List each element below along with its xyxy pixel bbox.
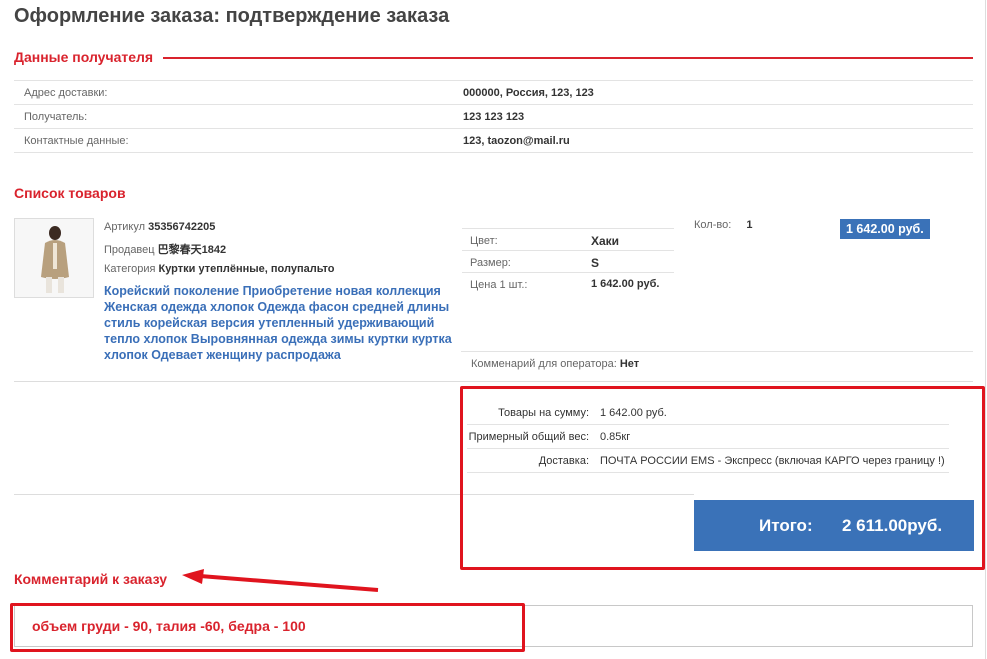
color-value: Хаки [591, 234, 620, 248]
product-attributes: Цвет: Хаки Размер: S Цена 1 шт.: 1 642.0… [462, 228, 674, 319]
unit-price-value: 1 642.00 руб. [591, 278, 660, 290]
annotation-arrow-icon [182, 569, 379, 592]
attr-row-unit-price: Цена 1 шт.: 1 642.00 руб. [462, 273, 674, 319]
products-heading: Список товаров [14, 185, 126, 201]
products-divider [14, 381, 973, 382]
contacts-label: Контактные данные: [24, 135, 129, 147]
item-price-badge: 1 642.00 руб. [840, 219, 930, 239]
recipient-row-address: Адрес доставки: 000000, Россия, 123, 123 [14, 81, 973, 105]
operator-comment-value: Нет [619, 358, 640, 370]
operator-comment-label: Комменарий для оператора: [471, 358, 617, 370]
quantity: Кол-во: 1 [694, 219, 752, 231]
page-title: Оформление заказа: подтверждение заказа [14, 5, 450, 27]
attr-row-color: Цвет: Хаки [462, 229, 674, 251]
address-label: Адрес доставки: [24, 87, 108, 99]
product-title-link[interactable]: Корейский поколение Приобретение новая к… [104, 283, 464, 363]
summary-highlight-frame [460, 386, 985, 570]
size-value: S [591, 256, 600, 270]
contacts-value: 123, taozon@mail.ru [463, 135, 570, 147]
product-thumbnail[interactable] [14, 218, 94, 298]
product-photo-icon [15, 219, 93, 297]
unit-price-label: Цена 1 шт.: [470, 279, 528, 291]
color-label: Цвет: [470, 235, 498, 247]
attr-row-size: Размер: S [462, 251, 674, 273]
order-comment-value: объем груди - 90, талия -60, бедра - 100 [32, 618, 306, 634]
recipient-label: Получатель: [24, 111, 88, 123]
recipient-heading: Данные получателя [14, 49, 154, 65]
order-comment-heading: Комментарий к заказу [14, 571, 167, 587]
category-value: Куртки утеплённые, полупальто [158, 263, 335, 275]
seller-value: 巴黎春天1842 [157, 244, 227, 256]
quantity-label: Кол-во: [694, 219, 732, 231]
recipient-row-contacts: Контактные данные: 123, taozon@mail.ru [14, 129, 973, 153]
recipient-table: Адрес доставки: 000000, Россия, 123, 123… [14, 80, 973, 153]
article-line: Артикул 35356742205 [104, 221, 215, 233]
quantity-value: 1 [746, 219, 753, 231]
seller-line: Продавец 巴黎春天1842 [104, 241, 226, 257]
size-label: Размер: [470, 257, 511, 269]
recipient-row-name: Получатель: 123 123 123 [14, 105, 973, 129]
article-value: 35356742205 [148, 221, 216, 233]
category-line: Категория Куртки утеплённые, полупальто [104, 263, 334, 275]
operator-comment-divider [461, 351, 973, 352]
recipient-value: 123 123 123 [463, 111, 525, 123]
page-right-border [985, 0, 986, 659]
category-label: Категория [104, 263, 156, 275]
seller-label: Продавец [104, 244, 155, 256]
recipient-heading-rule [163, 57, 973, 59]
article-label: Артикул [104, 221, 146, 233]
address-value: 000000, Россия, 123, 123 [463, 87, 594, 99]
operator-comment: Комменарий для оператора: Нет [471, 358, 639, 370]
